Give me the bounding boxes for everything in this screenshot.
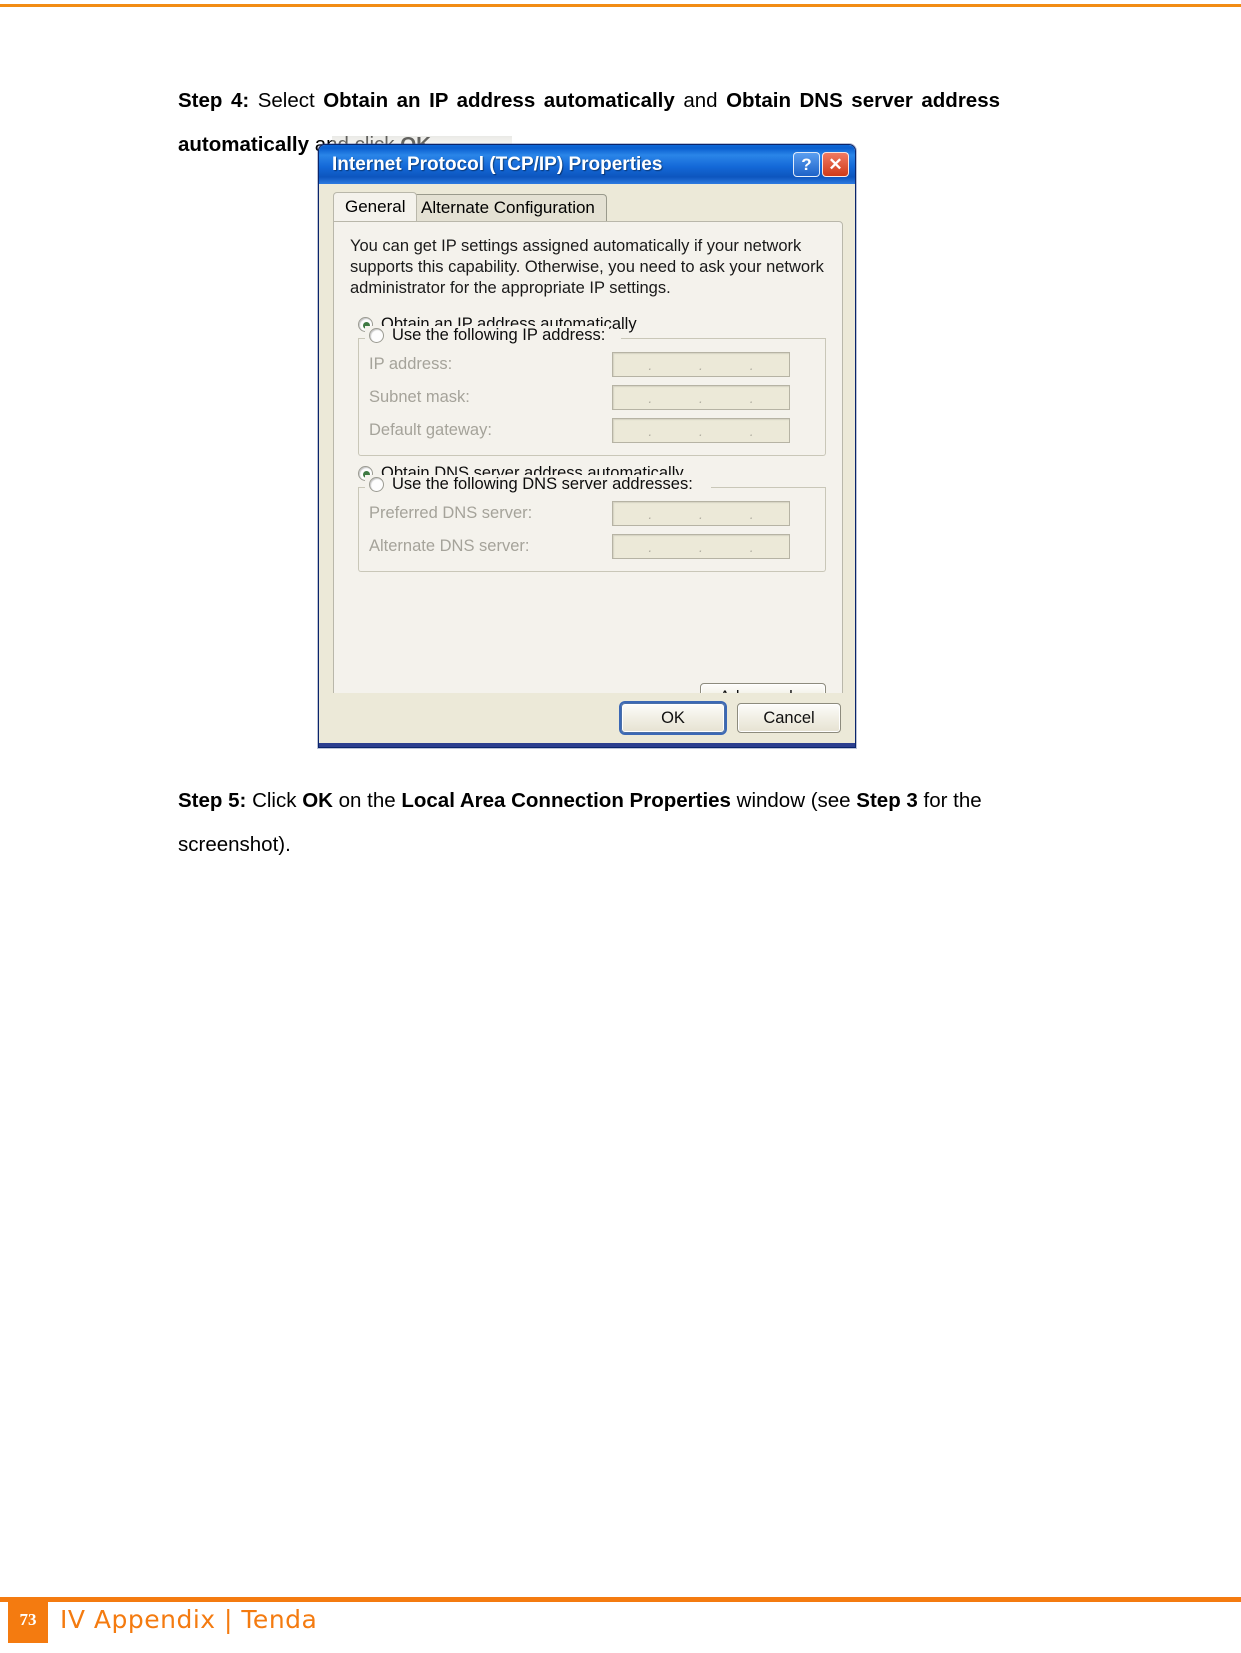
ip-dot-separator: . — [699, 505, 703, 522]
tcpip-properties-dialog: Internet Protocol (TCP/IP) Properties ? … — [318, 144, 856, 748]
general-tab-panel: You can get IP settings assigned automat… — [333, 221, 843, 723]
step5-text-3: window (see — [736, 788, 851, 812]
ip-dot-separator: . — [749, 356, 754, 373]
page-top-rule — [0, 4, 1241, 7]
footer-breadcrumb: IV Appendix | Tenda — [60, 1605, 318, 1634]
screenshot-artifact-strip — [332, 136, 512, 144]
label-alternate-dns: Alternate DNS server: — [369, 537, 530, 555]
input-subnet-mask[interactable]: . . . — [612, 385, 790, 410]
step5-bold-3: Step 3 — [856, 788, 918, 812]
ip-dot-separator: . — [749, 538, 754, 555]
dialog-bottom-edge — [319, 743, 855, 747]
ip-dot-separator: . — [749, 389, 754, 406]
tab-alternate-configuration[interactable]: Alternate Configuration — [409, 194, 607, 221]
step4-text-1: Select — [257, 88, 315, 112]
radio-use-following-ip[interactable]: Use the following IP address: — [365, 326, 610, 345]
panel-description: You can get IP settings assigned automat… — [350, 237, 824, 297]
ok-button[interactable]: OK — [621, 703, 725, 733]
step5-paragraph: Step 5: Click OK on the Local Area Conne… — [178, 779, 1000, 867]
page-number-badge: 73 — [8, 1597, 48, 1643]
ip-dot-separator: . — [699, 356, 703, 373]
ip-dot-separator: . — [749, 422, 754, 439]
titlebar-buttons: ? ✕ — [793, 152, 851, 177]
ip-dot-separator: . — [699, 538, 703, 555]
label-preferred-dns: Preferred DNS server: — [369, 504, 533, 522]
page-number: 73 — [19, 1610, 37, 1629]
step5-bold-1: OK — [302, 788, 333, 812]
step4-label: Step 4: — [178, 88, 250, 112]
ip-dot-separator: . — [648, 356, 653, 373]
label-subnet-mask: Subnet mask: — [369, 388, 470, 406]
dialog-titlebar: Internet Protocol (TCP/IP) Properties ? … — [319, 145, 855, 184]
field-row-subnet-mask: Subnet mask: . . . — [369, 381, 819, 414]
step4-bold-1: Obtain an IP address automatically — [323, 88, 675, 112]
field-row-ip-address: IP address: . . . — [369, 348, 819, 381]
dialog-body: General Alternate Configuration You can … — [319, 184, 855, 747]
footer-rule — [0, 1597, 1241, 1602]
step5-text-1: Click — [252, 788, 297, 812]
radio-label-use-dns: Use the following DNS server addresses: — [392, 475, 693, 493]
page-footer: 73 IV Appendix | Tenda — [0, 1569, 1241, 1653]
input-ip-address[interactable]: . . . — [612, 352, 790, 377]
field-row-default-gateway: Default gateway: . . . — [369, 414, 819, 447]
label-default-gateway: Default gateway: — [369, 421, 492, 439]
radio-button-icon-use-ip[interactable] — [369, 328, 384, 343]
tab-strip: General Alternate Configuration — [333, 192, 845, 221]
input-default-gateway[interactable]: . . . — [612, 418, 790, 443]
ip-dot-separator: . — [648, 538, 653, 555]
label-ip-address: IP address: — [369, 355, 453, 373]
manual-ip-group: Use the following IP address: IP address… — [358, 326, 826, 456]
step5-text-2: on the — [338, 788, 396, 812]
field-row-preferred-dns: Preferred DNS server: . . . — [369, 497, 819, 530]
cancel-button[interactable]: Cancel — [737, 703, 841, 733]
step5-bold-2: Local Area Connection Properties — [401, 788, 731, 812]
manual-dns-group: Use the following DNS server addresses: … — [358, 475, 826, 572]
input-alternate-dns[interactable]: . . . — [612, 534, 790, 559]
ip-dot-separator: . — [699, 389, 703, 406]
radio-button-icon-use-dns[interactable] — [369, 477, 384, 492]
input-preferred-dns[interactable]: . . . — [612, 501, 790, 526]
radio-use-following-dns[interactable]: Use the following DNS server addresses: — [365, 475, 697, 494]
radio-label-use-ip: Use the following IP address: — [392, 326, 606, 344]
ip-dot-separator: . — [648, 505, 653, 522]
ip-dot-separator: . — [648, 389, 653, 406]
ip-dot-separator: . — [648, 422, 653, 439]
tab-general[interactable]: General — [333, 192, 418, 221]
close-icon[interactable]: ✕ — [822, 152, 849, 177]
dialog-title: Internet Protocol (TCP/IP) Properties — [332, 153, 663, 175]
step5-label: Step 5: — [178, 788, 247, 812]
ip-dot-separator: . — [749, 505, 754, 522]
help-icon[interactable]: ? — [793, 152, 820, 177]
step4-text-2: and — [683, 88, 718, 112]
dialog-button-bar: OK Cancel — [319, 693, 855, 747]
field-row-alternate-dns: Alternate DNS server: . . . — [369, 530, 819, 563]
ip-dot-separator: . — [699, 422, 703, 439]
step5-paragraph-block: Step 5: Click OK on the Local Area Conne… — [178, 758, 1000, 887]
